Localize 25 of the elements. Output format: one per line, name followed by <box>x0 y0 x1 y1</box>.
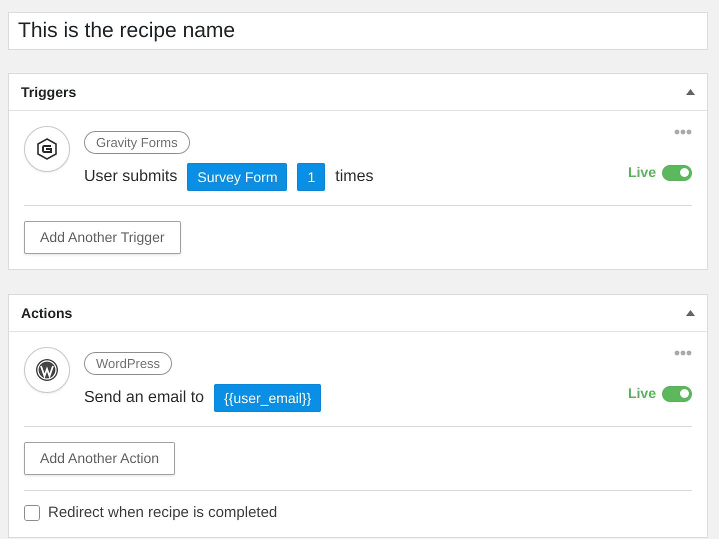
sentence-text: Send an email to <box>84 388 204 408</box>
live-toggle[interactable] <box>662 164 692 180</box>
integration-tag: Gravity Forms <box>84 131 190 154</box>
panel-title: Actions <box>21 304 72 322</box>
checkbox-label: Redirect when recipe is completed <box>48 503 278 523</box>
collapse-arrow-icon[interactable] <box>686 89 695 95</box>
add-button[interactable]: Add Another Action <box>24 442 176 475</box>
integration-tag: WordPress <box>84 352 172 375</box>
wordpress-logo-icon <box>35 358 59 382</box>
sentence-text: User submits <box>84 167 178 187</box>
collapse-arrow-icon[interactable] <box>686 310 695 316</box>
add-button[interactable]: Add Another Trigger <box>24 221 181 254</box>
more-options-icon[interactable] <box>674 129 692 135</box>
live-toggle[interactable] <box>662 386 692 402</box>
hexagon-logo-icon <box>35 137 59 161</box>
sentence-text: times <box>335 167 374 187</box>
status-label: Live <box>628 163 656 182</box>
token-chip[interactable]: Survey Form <box>187 163 288 191</box>
checkbox[interactable] <box>24 505 40 522</box>
recipe-name-field[interactable]: This is the recipe name <box>8 12 708 50</box>
panel-title: Triggers <box>21 82 76 102</box>
status-label: Live <box>628 384 656 403</box>
more-options-icon[interactable] <box>674 350 692 356</box>
token-chip[interactable]: 1 <box>297 163 326 191</box>
token-chip[interactable]: {{user_email}} <box>214 384 322 412</box>
